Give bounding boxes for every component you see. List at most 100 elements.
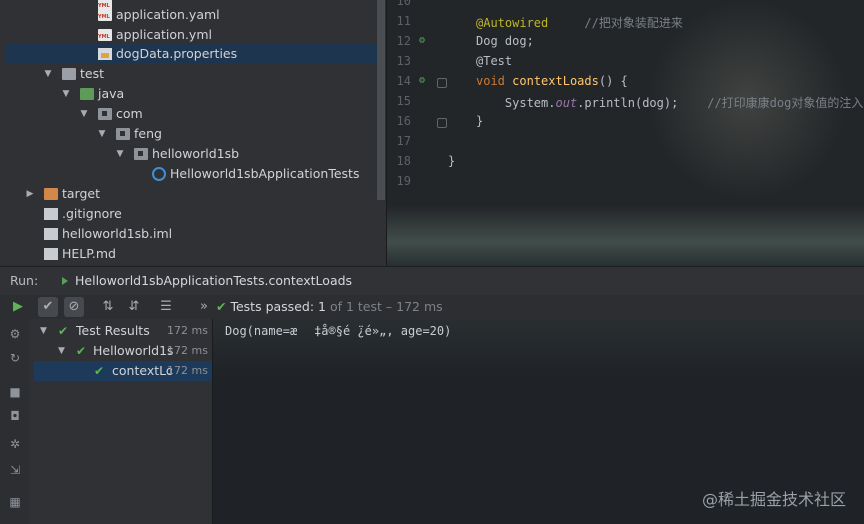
test-row-time: 172 ms [167, 344, 208, 357]
tree-item-target[interactable]: ▶ target [0, 184, 386, 204]
rerun-icon[interactable]: ▶ [8, 297, 28, 317]
source-folder-icon [80, 88, 94, 100]
chevron-down-icon[interactable]: ▼ [60, 84, 72, 104]
code-line-16: } [476, 114, 484, 128]
tree-item-gitignore[interactable]: .gitignore [0, 204, 386, 224]
tree-scrollbar[interactable] [377, 0, 385, 200]
line-number: 15 [396, 94, 411, 108]
toggle-auto-test-icon[interactable]: ↻ [8, 351, 22, 365]
line-number: 18 [396, 154, 411, 168]
more-actions-icon[interactable]: » [194, 297, 214, 317]
yaml-file-icon [98, 29, 112, 41]
code-editor[interactable]: 10 11 12 13 14 15 16 17 18 19 ⚙ ⚙ @Autow… [387, 0, 864, 266]
properties-file-icon [98, 48, 112, 60]
run-config-icon [62, 277, 68, 285]
target-folder-icon [44, 188, 58, 200]
tree-item-application-yml[interactable]: application.yml [0, 25, 386, 45]
chevron-down-icon[interactable]: ▼ [114, 144, 126, 164]
show-ignored-icon[interactable]: ⊘ [64, 297, 84, 317]
tree-item-helloworld1sb[interactable]: ▼ helloworld1sb [0, 144, 386, 164]
passed-check-icon: ✔ [216, 299, 227, 314]
fold-marker-icon[interactable] [437, 78, 447, 88]
bean-gutter-icon[interactable]: ⚙ [415, 35, 429, 46]
line-number: 19 [396, 174, 411, 188]
chevron-right-icon[interactable]: ▶ [24, 184, 36, 204]
tree-item-helloworld1sb-iml[interactable]: helloworld1sb.iml [0, 224, 386, 244]
settings-icon[interactable]: ⚙ [8, 327, 22, 341]
line-number: 10 [396, 0, 411, 8]
tree-item-helloworld1sb-application-tests[interactable]: Helloworld1sbApplicationTests [0, 164, 386, 184]
tree-item-label: HELP.md [62, 246, 116, 261]
run-test-gutter-icon[interactable]: ⚙ [415, 75, 429, 86]
passed-label: Tests passed: [230, 299, 315, 314]
test-row-method[interactable]: ✔ contextLo: 172 ms [34, 361, 212, 381]
yaml-file-icon [98, 9, 112, 21]
duration: 172 ms [396, 299, 443, 314]
console-output[interactable]: Dog(name=æ ‡å®§é ̈¿é»„, age=20) @稀土掘金技术… [213, 319, 864, 524]
line-number: 16 [396, 114, 411, 128]
tree-item-dogdata-properties[interactable]: dogData.properties [6, 44, 386, 64]
debug-icon[interactable]: ✲ [8, 437, 22, 451]
run-tab-title[interactable]: Helloworld1sbApplicationTests.contextLoa… [75, 273, 352, 288]
package-icon [116, 128, 130, 140]
code-line-18: } [448, 154, 456, 168]
line-number: 14 [396, 74, 411, 88]
tree-item-application-yaml[interactable]: application.yaml [0, 5, 386, 25]
class-icon [152, 167, 166, 181]
test-row-label: Helloworld1s [93, 343, 173, 358]
layout-icon[interactable]: ▦ [8, 495, 22, 509]
chevron-down-icon[interactable]: ▼ [40, 321, 47, 341]
code-line-13: @Test [476, 54, 513, 68]
passed-check-icon: ✔ [76, 344, 87, 358]
line-number: 13 [396, 54, 411, 68]
chevron-down-icon[interactable]: ▼ [78, 104, 90, 124]
expand-all-icon[interactable]: ☰ [156, 297, 176, 317]
chevron-down-icon[interactable]: ▼ [42, 64, 54, 84]
markdown-file-icon [44, 248, 58, 260]
sort-alphabetically-icon[interactable]: ⇅ [98, 297, 118, 317]
show-passed-icon[interactable]: ✔ [38, 297, 58, 317]
passed-check-icon: ✔ [58, 324, 69, 338]
separator: – [385, 299, 393, 314]
code-line-12: Dog dog; [476, 34, 534, 48]
iml-file-icon [44, 228, 58, 240]
tree-item-label: application.yml [116, 27, 212, 42]
line-number: 11 [396, 14, 411, 28]
project-tree-panel: application.yaml application.yml dogData… [0, 0, 386, 266]
passed-count: 1 [318, 299, 326, 314]
tree-item-java[interactable]: ▼ java [0, 84, 386, 104]
gitignore-file-icon [44, 208, 58, 220]
run-side-toolbar: ⚙ ↻ ■ ◘ ✲ ⇲ ▦ [0, 319, 30, 524]
tree-item-label: .gitignore [62, 206, 122, 221]
chevron-down-icon[interactable]: ▼ [58, 341, 65, 361]
test-status: ✔ Tests passed: 1 of 1 test – 172 ms [216, 299, 443, 314]
tree-item-label: test [80, 66, 105, 81]
test-row-label: contextLo: [112, 363, 172, 378]
tree-item-label: java [98, 86, 125, 101]
test-row-root[interactable]: ▼ ✔ Test Results 172 ms [30, 321, 212, 341]
run-tool-window-header: Run: Helloworld1sbApplicationTests.conte… [0, 266, 864, 296]
test-row-class[interactable]: ▼ ✔ Helloworld1s 172 ms [30, 341, 212, 361]
sort-by-duration-icon[interactable]: ⇵ [124, 297, 144, 317]
console-line: Dog(name=æ ‡å®§é ̈¿é»„, age=20) [225, 324, 452, 338]
package-icon [98, 108, 112, 120]
screenshot-icon[interactable]: ◘ [8, 409, 22, 423]
tree-item-test[interactable]: ▼ test [0, 64, 386, 84]
watermark: @稀土掘金技术社区 [701, 490, 846, 509]
fold-marker-icon[interactable] [437, 118, 447, 128]
test-row-time: 172 ms [167, 324, 208, 337]
tree-item-feng[interactable]: ▼ feng [0, 124, 386, 144]
test-results-tree: ▼ ✔ Test Results 172 ms ▼ ✔ Helloworld1s… [30, 319, 212, 524]
tree-item-help-md[interactable]: HELP.md [0, 244, 386, 264]
test-row-label: Test Results [76, 323, 150, 338]
code-line-15: System.out.println(dog); //打印康康dog对象值的注入 [476, 96, 864, 110]
tree-item-label: com [116, 106, 143, 121]
code-line-11: @Autowired //把对象装配进来 [476, 16, 683, 30]
package-icon [134, 148, 148, 160]
stop-icon[interactable]: ■ [8, 385, 22, 399]
line-number: 17 [396, 134, 411, 148]
export-icon[interactable]: ⇲ [8, 463, 22, 477]
tree-item-com[interactable]: ▼ com [0, 104, 386, 124]
run-label: Run: [10, 273, 39, 288]
chevron-down-icon[interactable]: ▼ [96, 124, 108, 144]
